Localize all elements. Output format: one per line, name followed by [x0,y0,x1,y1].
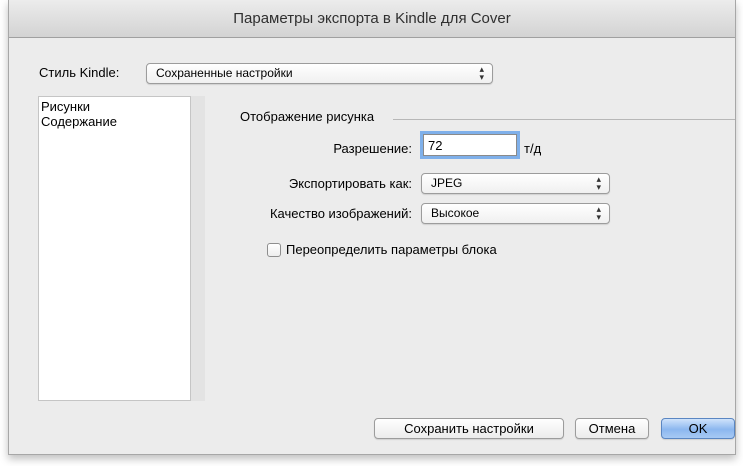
override-block-settings-checkbox[interactable] [267,243,281,257]
category-list: Рисунки Содержание [38,96,191,401]
dialog-titlebar[interactable]: Параметры экспорта в Kindle для Cover [9,0,735,38]
window: Параметры экспорта в Kindle для Cover Ст… [0,0,743,466]
resolution-input[interactable] [423,134,517,156]
up-down-arrows-icon: ▴ ▾ [596,174,601,192]
save-settings-button[interactable]: Сохранить настройки [374,418,564,439]
cancel-button[interactable]: Отмена [575,418,649,439]
up-down-arrows-icon: ▴ ▾ [596,204,601,222]
override-block-settings-label[interactable]: Переопределить параметры блока [286,242,497,257]
quality-select[interactable]: Высокое ▴ ▾ [421,203,610,224]
list-scrollbar[interactable] [191,96,205,401]
up-down-arrows-icon: ▴ ▾ [479,64,484,82]
dialog-title: Параметры экспорта в Kindle для Cover [233,10,511,27]
kindle-style-select[interactable]: Сохраненные настройки ▴ ▾ [146,63,493,84]
ok-button[interactable]: OK [661,418,735,439]
section-divider [393,119,735,120]
quality-value: Высокое [431,206,480,220]
resolution-unit: т/д [524,141,542,156]
export-as-label: Экспортировать как: [288,176,412,191]
sidebar-item-contents[interactable]: Содержание [41,114,117,129]
quality-label: Качество изображений: [269,206,412,221]
kindle-style-label: Стиль Kindle: [39,65,120,80]
export-as-select[interactable]: JPEG ▴ ▾ [421,173,610,194]
kindle-export-dialog: Параметры экспорта в Kindle для Cover Ст… [8,0,736,455]
kindle-style-value: Сохраненные настройки [156,66,293,80]
export-as-value: JPEG [431,176,463,190]
resolution-label: Разрешение: [333,141,412,156]
image-display-section-label: Отображение рисунка [240,109,375,124]
sidebar-item-images[interactable]: Рисунки [41,99,90,114]
